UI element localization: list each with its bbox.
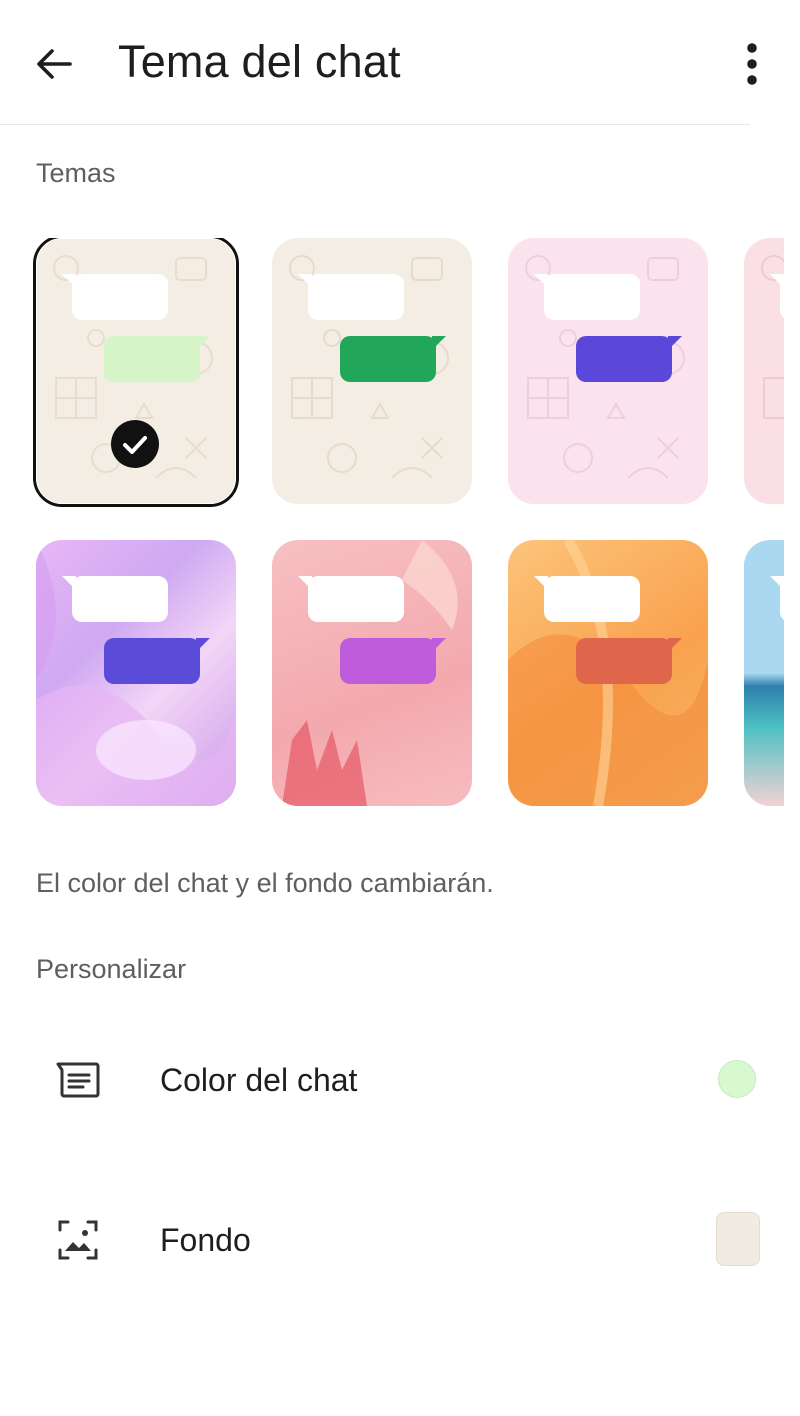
incoming-bubble: [72, 274, 168, 320]
incoming-bubble: [780, 576, 784, 622]
theme-tile-4[interactable]: [744, 238, 784, 504]
incoming-bubble: [780, 274, 784, 320]
themes-section-label: Temas: [36, 158, 116, 188]
wallpaper-label: Fondo: [160, 1222, 251, 1258]
theme-tile-6[interactable]: [272, 540, 472, 806]
incoming-bubble: [544, 576, 640, 622]
theme-tile-7[interactable]: [508, 540, 708, 806]
header-divider: [0, 124, 750, 125]
chat-color-swatch: [718, 1060, 756, 1098]
selected-check-icon: [111, 420, 159, 468]
theme-tile-1[interactable]: [33, 238, 239, 507]
theme-tile-5[interactable]: [36, 540, 236, 806]
outgoing-bubble: [340, 336, 446, 382]
chat-color-row[interactable]: Color del chat: [0, 1010, 800, 1150]
incoming-bubble: [308, 274, 404, 320]
page-title: Tema del chat: [118, 36, 401, 87]
incoming-bubble: [544, 274, 640, 320]
chat-color-label: Color del chat: [160, 1062, 358, 1098]
wallpaper-swatch: [716, 1212, 760, 1266]
theme-tile-3[interactable]: [508, 238, 708, 504]
theme-tile-8[interactable]: [744, 540, 784, 806]
wallpaper-row[interactable]: Fondo: [0, 1170, 800, 1310]
chat-color-icon: [56, 1062, 100, 1098]
outgoing-bubble: [340, 638, 446, 684]
theme-grid: [0, 238, 784, 812]
more-vertical-icon[interactable]: [730, 38, 774, 90]
customize-section-label: Personalizar: [36, 954, 187, 984]
theme-description: El color del chat y el fondo cambiarán.: [36, 868, 494, 898]
incoming-bubble: [72, 576, 168, 622]
wallpaper-icon: [58, 1220, 98, 1260]
incoming-bubble: [308, 576, 404, 622]
outgoing-bubble: [576, 336, 682, 382]
outgoing-bubble: [576, 638, 682, 684]
outgoing-bubble: [104, 638, 210, 684]
theme-tile-2[interactable]: [272, 238, 472, 504]
app-bar: Tema del chat: [0, 0, 800, 124]
outgoing-bubble: [104, 336, 210, 382]
arrow-left-icon[interactable]: [30, 40, 78, 88]
doodle-pattern: [36, 238, 236, 504]
